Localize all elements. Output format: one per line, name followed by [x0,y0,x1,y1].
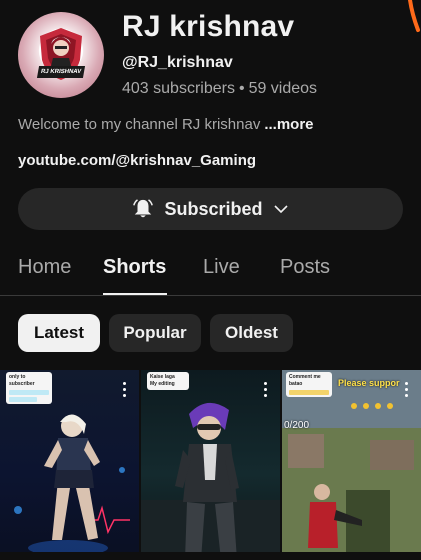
video-count: 59 videos [248,80,318,97]
short-thumbnail-art [282,370,421,560]
short-caption-note: only to subscriber [6,372,52,404]
active-tab-indicator [103,293,167,295]
avatar-tag: RJ KRISHNAV [36,66,86,78]
tab-live[interactable]: Live [203,256,240,279]
bottom-navigation [0,552,421,560]
filter-chip-oldest[interactable]: Oldest [210,314,293,352]
channel-name: RJ krishnav [122,10,295,43]
channel-handle: @RJ_krishnav [122,54,233,71]
stats-separator: • [238,80,245,97]
subscribed-button[interactable]: Subscribed [18,188,403,230]
channel-stats: 403 subscribers • 59 videos [122,80,317,98]
short-caption-title: Kaise laga [150,374,175,380]
short-caption-note: Kaise laga My editing [147,372,189,390]
short-score-text: 0/200 [284,420,310,431]
short-more-icon[interactable] [123,382,127,398]
channel-header: RJ KRISHNAV RJ krishnav @RJ_krishnav 403… [0,0,421,110]
short-more-icon[interactable] [264,382,268,398]
shorts-grid: only to subscriber Kaise laga My editing [0,370,421,560]
short-caption-note: Comment me batao [286,372,332,397]
short-caption-line2: My editing [150,381,175,387]
short-caption-title: only to subscriber [9,374,35,387]
more-link[interactable]: ...more [264,116,313,133]
short-more-icon[interactable] [405,382,409,398]
short-thumbnail-art [141,402,280,560]
short-thumbnail[interactable]: only to subscriber [0,370,139,560]
bell-icon [133,199,154,218]
short-overlay-text: Please suppor [338,378,400,388]
tab-home[interactable]: Home [18,256,71,279]
subscribed-label: Subscribed [164,198,263,219]
channel-link[interactable]: youtube.com/@krishnav_Gaming [18,152,256,169]
short-thumbnail[interactable]: Comment me batao Please suppor 0/200 [282,370,421,560]
chevron-down-icon [273,205,288,214]
channel-tabs: Home Shorts Live Posts [0,248,421,296]
channel-avatar[interactable]: RJ KRISHNAV [18,12,104,98]
tab-posts[interactable]: Posts [280,256,330,279]
channel-description[interactable]: Welcome to my channel RJ krishnav ...more [18,116,314,133]
short-thumbnail[interactable]: Kaise laga My editing [141,370,280,560]
filter-chip-popular[interactable]: Popular [109,314,201,352]
filter-chip-latest[interactable]: Latest [18,314,100,352]
tab-shorts[interactable]: Shorts [103,256,166,279]
description-text: Welcome to my channel RJ krishnav [18,116,261,133]
subscriber-count: 403 subscribers [122,80,235,97]
orange-stroke-mark [408,0,420,32]
short-caption-title: Comment me batao [289,374,321,387]
